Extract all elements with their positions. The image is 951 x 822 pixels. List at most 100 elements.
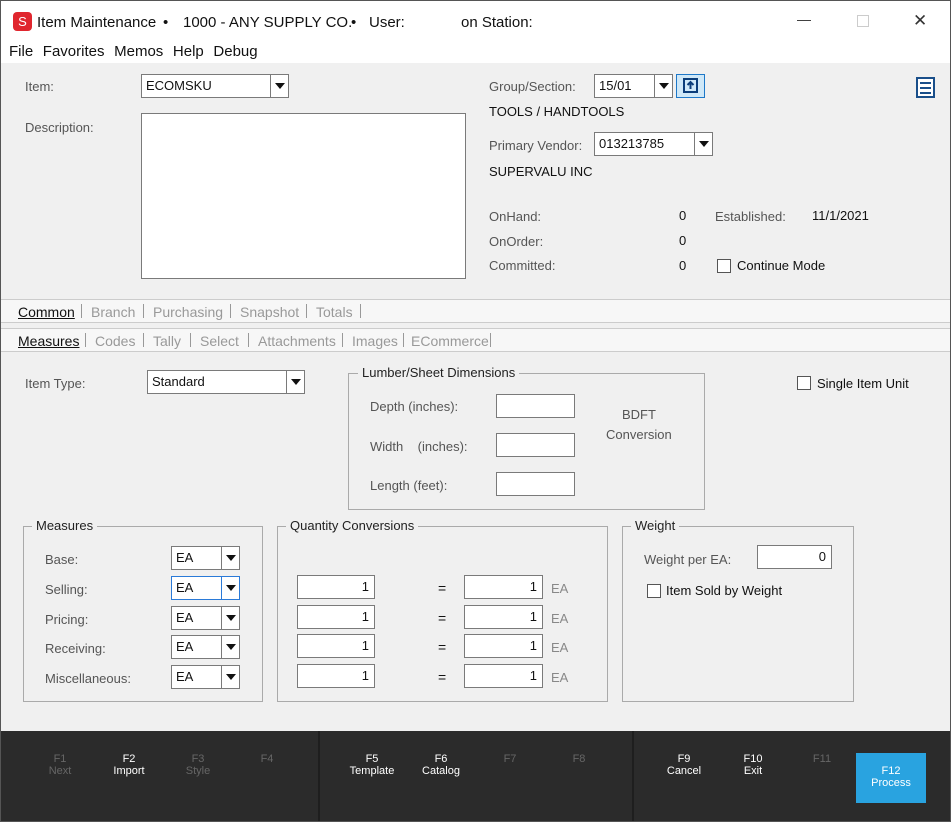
- receiving-unit-combo[interactable]: EA: [171, 635, 240, 659]
- pricing-unit-value: EA: [176, 610, 194, 625]
- tab-purchasing[interactable]: Purchasing: [153, 304, 223, 320]
- title-bar: S Item Maintenance • 1000 - ANY SUPPLY C…: [1, 1, 950, 41]
- menu-memos[interactable]: Memos: [114, 43, 163, 60]
- menu-file[interactable]: File: [9, 43, 33, 60]
- conversion-right-field[interactable]: 1: [464, 634, 543, 658]
- conversion-unit: EA: [551, 611, 569, 626]
- miscellaneous-label: Miscellaneous:: [45, 671, 131, 686]
- f4-button[interactable]: F4: [232, 753, 302, 803]
- pricing-unit-combo[interactable]: EA: [171, 606, 240, 630]
- item-combo[interactable]: ECOMSKU: [141, 74, 289, 98]
- receiving-unit-dropdown-button[interactable]: [221, 636, 239, 658]
- miscellaneous-unit-value: EA: [176, 669, 194, 684]
- open-window-icon: [683, 78, 698, 93]
- conversion-right-field[interactable]: 1: [464, 605, 543, 629]
- tab-attachments[interactable]: Attachments: [258, 333, 336, 349]
- f7-button[interactable]: F7: [475, 753, 545, 803]
- tab-totals[interactable]: Totals: [316, 304, 353, 320]
- conversion-left-field[interactable]: 1: [297, 664, 375, 688]
- primary-vendor-value: 013213785: [599, 136, 665, 151]
- tab-tally[interactable]: Tally: [153, 333, 181, 349]
- conversion-left-field[interactable]: 1: [297, 575, 375, 599]
- pricing-unit-dropdown-button[interactable]: [221, 607, 239, 629]
- selling-unit-dropdown-button[interactable]: [221, 577, 239, 599]
- weight-per-field[interactable]: 0: [757, 545, 832, 569]
- close-button[interactable]: ✕: [913, 11, 927, 31]
- receiving-label: Receiving:: [45, 641, 106, 656]
- f1-next-button[interactable]: F1 Next: [25, 753, 95, 803]
- equals-sign: =: [438, 610, 447, 626]
- base-unit-combo[interactable]: EA: [171, 546, 240, 570]
- tab-images[interactable]: Images: [352, 333, 398, 349]
- f5-template-button[interactable]: F5 Template: [337, 753, 407, 803]
- conversion-left-field[interactable]: 1: [297, 605, 375, 629]
- f6-catalog-button[interactable]: F6 Catalog: [406, 753, 476, 803]
- tab-ecommerce[interactable]: ECommerce: [411, 333, 489, 349]
- chevron-down-icon: [225, 555, 236, 561]
- group-section-combo[interactable]: 15/01: [594, 74, 673, 98]
- group-lookup-button[interactable]: [676, 74, 705, 98]
- chevron-down-icon: [225, 674, 236, 680]
- selling-unit-value: EA: [176, 580, 194, 595]
- onorder-value: 0: [679, 233, 687, 248]
- lumber-dimensions-group: Lumber/Sheet Dimensions Depth (inches): …: [348, 365, 705, 510]
- equals-sign: =: [438, 639, 447, 655]
- conversion-label: Conversion: [606, 427, 672, 442]
- base-unit-dropdown-button[interactable]: [221, 547, 239, 569]
- onhand-value: 0: [679, 208, 687, 223]
- tab-common[interactable]: Common: [18, 304, 75, 320]
- tab-measures[interactable]: Measures: [18, 333, 79, 349]
- maximize-button[interactable]: [857, 15, 869, 27]
- pricing-label: Pricing:: [45, 612, 89, 627]
- tab-codes[interactable]: Codes: [95, 333, 135, 349]
- quantity-conversions-title: Quantity Conversions: [286, 518, 419, 533]
- f12-process-button[interactable]: F12 Process: [856, 753, 926, 803]
- committed-value: 0: [679, 258, 687, 273]
- conversion-right-field[interactable]: 1: [464, 664, 543, 688]
- f11-button[interactable]: F11: [787, 753, 857, 803]
- station-label: on Station:: [461, 14, 533, 31]
- chevron-down-icon: [225, 585, 236, 591]
- vendor-name: SUPERVALU INC: [489, 164, 593, 179]
- item-sold-by-weight-checkbox[interactable]: [647, 584, 661, 598]
- group-dropdown-button[interactable]: [654, 75, 672, 97]
- menu-debug[interactable]: Debug: [213, 43, 257, 60]
- description-field[interactable]: [141, 113, 466, 279]
- quantity-conversions-group: Quantity Conversions 1 = 1 EA 1 = 1 EA 1…: [277, 518, 608, 702]
- tab-branch[interactable]: Branch: [91, 304, 135, 320]
- function-key-bar: F1 Next F2 Import F3 Style F4 F5 Template F6…: [1, 731, 950, 821]
- f9-cancel-button[interactable]: F9 Cancel: [649, 753, 719, 803]
- selling-unit-combo[interactable]: EA: [171, 576, 240, 600]
- onhand-label: OnHand:: [489, 209, 542, 224]
- miscellaneous-unit-combo[interactable]: EA: [171, 665, 240, 689]
- tab-snapshot[interactable]: Snapshot: [240, 304, 299, 320]
- item-type-combo[interactable]: Standard: [147, 370, 305, 394]
- width-field[interactable]: [496, 433, 575, 457]
- menu-help[interactable]: Help: [173, 43, 204, 60]
- vendor-dropdown-button[interactable]: [694, 133, 712, 155]
- depth-field[interactable]: [496, 394, 575, 418]
- primary-vendor-combo[interactable]: 013213785: [594, 132, 713, 156]
- f2-import-button[interactable]: F2 Import: [94, 753, 164, 803]
- chevron-down-icon: [225, 644, 236, 650]
- item-type-dropdown-button[interactable]: [286, 371, 304, 393]
- f3-style-button[interactable]: F3 Style: [163, 753, 233, 803]
- minimize-button[interactable]: —: [797, 11, 811, 27]
- conversion-left-field[interactable]: 1: [297, 634, 375, 658]
- f10-exit-button[interactable]: F10 Exit: [718, 753, 788, 803]
- f8-button[interactable]: F8: [544, 753, 614, 803]
- miscellaneous-unit-dropdown-button[interactable]: [221, 666, 239, 688]
- item-sold-by-weight-label: Item Sold by Weight: [666, 583, 783, 598]
- menu-favorites[interactable]: Favorites: [43, 43, 105, 60]
- length-field[interactable]: [496, 472, 575, 496]
- conversion-right-field[interactable]: 1: [464, 575, 543, 599]
- hamburger-menu-icon[interactable]: [916, 77, 935, 98]
- continue-mode-checkbox[interactable]: [717, 259, 731, 273]
- item-dropdown-button[interactable]: [270, 75, 288, 97]
- title-separator: •: [351, 14, 357, 31]
- tab-select[interactable]: Select: [200, 333, 239, 349]
- primary-vendor-label: Primary Vendor:: [489, 138, 583, 153]
- single-item-unit-checkbox[interactable]: [797, 376, 811, 390]
- description-label: Description:: [25, 120, 94, 135]
- group-section-value: 15/01: [599, 78, 632, 93]
